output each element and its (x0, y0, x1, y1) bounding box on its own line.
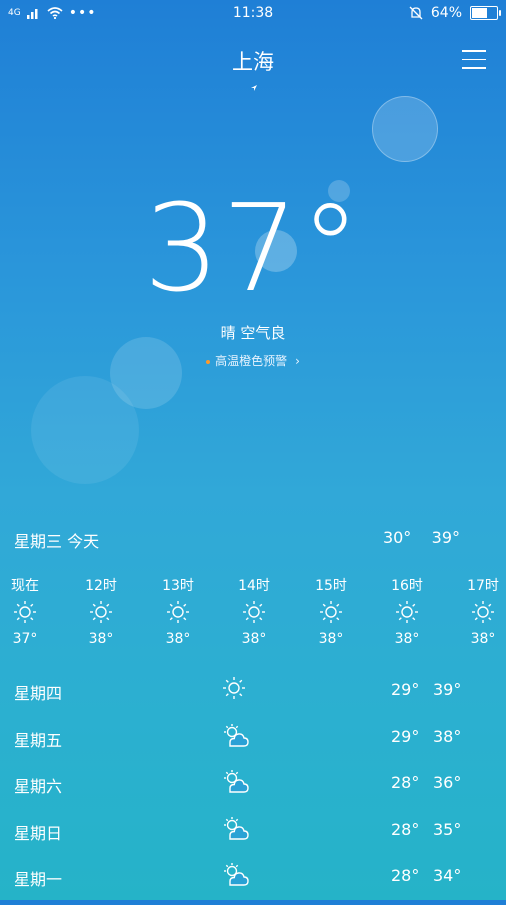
day-high: 35° (433, 819, 462, 839)
day-low: 28° (391, 819, 420, 839)
current-condition: 晴 空气良 (220, 324, 286, 342)
hourly-time: 16时 (391, 578, 423, 594)
hourly-temp: 37° (12, 631, 38, 647)
status-bar: 4G ••• 11:38 64% (0, 0, 506, 28)
partly-cloudy-icon (222, 816, 252, 844)
hourly-item: 现在 37° (0, 575, 55, 647)
sun-icon (222, 676, 252, 704)
today-row: 星期三 今天 30° 39° (14, 528, 506, 552)
hourly-time: 12时 (85, 578, 117, 594)
sun-icon (224, 597, 284, 627)
hourly-item: 13时 38° (148, 575, 208, 647)
hourly-temp: 38° (88, 631, 114, 647)
city-title[interactable]: 上海 (0, 46, 506, 76)
daily-row[interactable]: 星期一 28° 34° (0, 858, 506, 905)
daily-forecast: 星期四 29° 39° 星期五 29° 38° 星期六 28° 36° 星期日 28° 35° 星期一 2… (0, 672, 506, 905)
sun-icon (377, 597, 437, 627)
day-low: 28° (391, 866, 420, 885)
current-temperature: 37° (143, 180, 363, 319)
hourly-forecast[interactable]: 现在 37° 12时 38° 13时 38° 14时 38° 15时 38° 16时 38° 17时 38… (0, 575, 506, 665)
day-name: 星期六 (14, 777, 63, 796)
sun-icon (71, 597, 131, 627)
day-name: 星期日 (14, 823, 63, 843)
daily-row[interactable]: 星期四 29° 39° (0, 672, 506, 719)
hourly-item: 15时 38° (301, 575, 361, 647)
today-label: 星期三 今天 (14, 532, 100, 551)
partly-cloudy-icon (222, 862, 252, 890)
day-high: 39° (433, 680, 462, 699)
bokeh-decoration (110, 337, 182, 409)
bokeh-decoration (31, 376, 139, 484)
hourly-time: 13时 (162, 578, 194, 594)
hourly-time: 15时 (315, 578, 347, 594)
hourly-temp: 38° (165, 631, 191, 647)
hourly-item: 14时 38° (224, 575, 284, 647)
sun-icon (453, 597, 506, 627)
hourly-time: 现在 (11, 578, 39, 594)
hourly-item: 12时 38° (71, 575, 131, 647)
weather-alert[interactable]: 高温橙色预警 › (0, 352, 506, 369)
sun-icon (0, 597, 55, 627)
day-name: 星期一 (14, 870, 63, 889)
daily-row[interactable]: 星期日 28° 35° (0, 812, 506, 859)
menu-button[interactable] (462, 50, 486, 70)
menu-icon (462, 50, 486, 52)
today-high: 39° (431, 528, 460, 547)
day-high: 36° (433, 773, 462, 792)
hourly-temp: 38° (394, 631, 420, 647)
partly-cloudy-icon (222, 769, 252, 797)
hourly-temp: 38° (318, 631, 344, 647)
hourly-item: 17时 38° (453, 575, 506, 647)
hourly-time: 14时 (238, 578, 270, 594)
partly-cloudy-icon (222, 723, 252, 751)
sun-icon (148, 597, 208, 627)
hourly-temp: 38° (470, 631, 496, 647)
hourly-temp: 38° (241, 631, 267, 647)
chevron-right-icon: › (295, 354, 300, 368)
hourly-time: 17时 (467, 578, 499, 594)
location-icon (251, 85, 257, 91)
alarm-off-icon (409, 6, 423, 20)
day-name: 星期四 (14, 684, 63, 703)
sun-icon (301, 597, 361, 627)
day-name: 星期五 (14, 730, 63, 750)
day-low: 29° (391, 726, 420, 746)
day-low: 29° (391, 680, 420, 699)
battery-icon (470, 6, 501, 20)
today-low: 30° (382, 528, 412, 547)
day-high: 34° (433, 866, 462, 885)
battery-percent: 64% (430, 5, 462, 21)
alert-dot-icon (206, 359, 211, 364)
day-low: 28° (391, 773, 420, 792)
hourly-item: 16时 38° (377, 575, 437, 647)
bokeh-decoration (372, 96, 438, 162)
daily-row[interactable]: 星期六 28° 36° (0, 765, 506, 812)
daily-row[interactable]: 星期五 29° 38° (0, 719, 506, 766)
alert-text: 高温橙色预警 (215, 354, 288, 368)
day-high: 38° (433, 726, 462, 746)
